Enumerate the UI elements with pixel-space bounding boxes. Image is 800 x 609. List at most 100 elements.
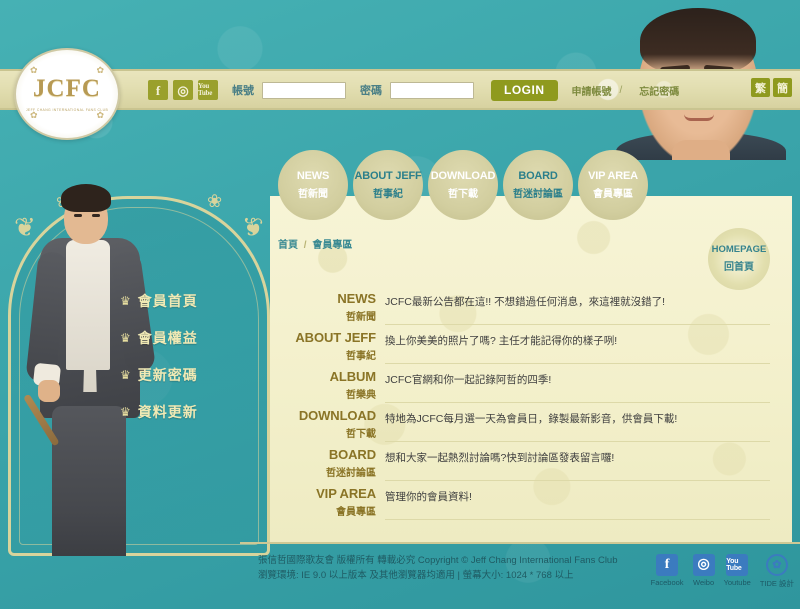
list-item[interactable]: BOARD 哲迷討論區 想和大家一起熱烈討論嗎?快到討論區發表留言囉! — [270, 448, 792, 487]
sidebar-item-update-profile-label: 資料更新 — [137, 404, 198, 420]
header-link-separator: / — [619, 84, 623, 96]
breadcrumb: 首頁 / 會員專區 — [278, 236, 352, 251]
footer-facebook-link[interactable]: f Facebook — [651, 554, 684, 587]
frame-scroll-ornament-right: ❦ — [242, 212, 264, 242]
row-title-news-cn: 哲新聞 — [346, 311, 376, 323]
footer-facebook-label: Facebook — [650, 578, 684, 587]
row-title-vip-area: VIP AREA 會員專區 — [270, 487, 385, 518]
youtube-icon: You Tube — [726, 554, 749, 576]
breadcrumb-home-link[interactable]: 首頁 — [278, 240, 298, 251]
weibo-icon: ◎ — [692, 554, 715, 576]
facebook-icon: f — [656, 554, 679, 576]
row-desc-news-text: JCFC最新公告都在這!! 不想錯過任何消息，來這裡就沒錯了! — [385, 296, 665, 308]
footer-youtube-link[interactable]: You Tube Youtube — [724, 554, 751, 587]
sidebar-item-member-home[interactable]: ♛ 會員首頁 — [120, 291, 198, 311]
footer-browser-note: 瀏覽環境: IE 9.0 以上版本 及其他瀏覽器均適用 | 螢幕大小: 1024… — [258, 569, 574, 581]
footer-youtube-label: Youtube — [723, 578, 751, 587]
sidebar-item-member-home-label: 會員首頁 — [137, 293, 198, 309]
footer-studio-credit-link[interactable]: ✿ TIDE 設計 — [760, 554, 794, 589]
logo-ornament-bottom-left: ✿ — [30, 110, 38, 120]
sidebar-item-update-profile[interactable]: ♛ 資料更新 — [120, 402, 198, 422]
row-title-download-cn: 哲下載 — [346, 428, 376, 440]
list-item[interactable]: ABOUT JEFF 哲事紀 換上你美美的照片了嗎? 主任才能記得你的樣子咧! — [270, 331, 792, 370]
portrait-mouth — [684, 114, 714, 121]
portrait-hands — [672, 140, 730, 160]
page-footer: 張信哲國際歌友會 版權所有 轉載必究 Copyright © Jeff Chan… — [0, 542, 800, 609]
logo-ornament-bottom-right: ✿ — [96, 110, 104, 120]
crown-icon: ♛ — [120, 405, 131, 419]
password-input[interactable] — [390, 81, 474, 99]
nav-item-download-en: DOWNLOAD — [430, 169, 496, 182]
youtube-icon[interactable]: You Tube — [198, 80, 218, 100]
row-desc-vip-area: 管理你的會員資料! — [385, 487, 770, 520]
row-title-about-jeff: ABOUT JEFF 哲事紀 — [270, 331, 385, 362]
nav-item-download[interactable]: DOWNLOAD 哲下載 — [428, 150, 498, 220]
row-title-album-cn: 哲樂典 — [346, 389, 376, 401]
nav-item-board[interactable]: BOARD 哲迷討論區 — [503, 150, 573, 220]
nav-item-board-en: BOARD — [518, 169, 558, 182]
crown-icon: ♛ — [120, 331, 131, 345]
row-title-album-en: ALBUM — [329, 369, 377, 384]
logo-ornament-top-right: ✿ — [96, 65, 104, 75]
main-navigation: NEWS 哲新聞 ABOUT JEFF 哲事紀 DOWNLOAD 哲下載 BOA… — [278, 150, 648, 220]
row-title-download: DOWNLOAD 哲下載 — [270, 409, 385, 440]
sidebar-photo-hair — [61, 184, 111, 212]
footer-studio-credit-label: TIDE 設計 — [759, 579, 794, 588]
row-desc-about-jeff: 換上你美美的照片了嗎? 主任才能記得你的樣子咧! — [385, 331, 770, 364]
row-desc-vip-area-text: 管理你的會員資料! — [385, 491, 472, 503]
password-label: 密碼 — [360, 85, 382, 97]
logo-ornament-top-left: ✿ — [30, 65, 38, 75]
nav-item-vip-area[interactable]: VIP AREA 會員專區 — [578, 150, 648, 220]
crown-icon: ♛ — [120, 294, 131, 308]
sidebar-item-update-password-label: 更新密碼 — [137, 367, 198, 383]
list-item[interactable]: DOWNLOAD 哲下載 特地為JCFC每月選一天為會員日，錄製最新影音，供會員… — [270, 409, 792, 448]
login-button[interactable]: LOGIN — [491, 79, 558, 101]
lang-traditional-button[interactable]: 繁 — [751, 78, 770, 97]
footer-text-block: 張信哲國際歌友會 版權所有 轉載必究 Copyright © Jeff Chan… — [258, 554, 618, 583]
sidebar-item-update-password[interactable]: ♛ 更新密碼 — [120, 365, 198, 385]
homepage-button[interactable]: HOMEPAGE 回首頁 — [708, 228, 770, 290]
row-desc-about-jeff-text: 換上你美美的照片了嗎? 主任才能記得你的樣子咧! — [385, 335, 618, 347]
account-input[interactable] — [262, 81, 346, 99]
facebook-icon[interactable]: f — [148, 80, 168, 100]
frame-floral-ornament-right: ❀ — [206, 191, 222, 211]
row-title-download-en: DOWNLOAD — [298, 408, 376, 423]
member-sidebar: ❦ ❦ ❀ ❀ ♛ 會員首頁 ♛ 會員權益 ♛ 更新密碼 ♛ 資料更新 — [8, 184, 270, 556]
weibo-icon[interactable]: ◎ — [173, 80, 193, 100]
row-title-about-jeff-cn: 哲事紀 — [346, 350, 376, 362]
sidebar-photo-eye-left — [74, 214, 82, 217]
nav-item-news[interactable]: NEWS 哲新聞 — [278, 150, 348, 220]
list-item[interactable]: VIP AREA 會員專區 管理你的會員資料! — [270, 487, 792, 526]
site-logo[interactable]: ✿ ✿ ✿ ✿ JCFC JEFF CHANG INTERNATIONAL FA… — [14, 48, 120, 140]
language-switcher: 繁 簡 — [751, 78, 792, 97]
main-content-panel: 首頁 / 會員專區 HOMEPAGE 回首頁 NEWS 哲新聞 JCFC最新公告… — [270, 196, 792, 542]
footer-weibo-link[interactable]: ◎ Weibo — [692, 554, 715, 587]
member-section-list: NEWS 哲新聞 JCFC最新公告都在這!! 不想錯過任何消息，來這裡就沒錯了!… — [270, 292, 792, 526]
forgot-password-link[interactable]: 忘記密碼 — [639, 83, 679, 98]
nav-item-about-jeff[interactable]: ABOUT JEFF 哲事紀 — [353, 150, 423, 220]
lang-simplified-button[interactable]: 簡 — [773, 78, 792, 97]
nav-item-about-jeff-cn: 哲事紀 — [373, 189, 403, 201]
register-link[interactable]: 申請帳號 — [572, 83, 612, 98]
breadcrumb-separator: / — [303, 240, 307, 251]
list-item[interactable]: NEWS 哲新聞 JCFC最新公告都在這!! 不想錯過任何消息，來這裡就沒錯了! — [270, 292, 792, 331]
nav-item-vip-area-cn: 會員專區 — [593, 189, 633, 201]
nav-item-vip-area-en: VIP AREA — [588, 169, 638, 182]
row-desc-download: 特地為JCFC每月選一天為會員日，錄製最新影音，供會員下載! — [385, 409, 770, 442]
sidebar-item-member-benefits-label: 會員權益 — [137, 330, 198, 346]
row-desc-album: JCFC官網和你一起記錄阿哲的四季! — [385, 370, 770, 403]
row-desc-album-text: JCFC官網和你一起記錄阿哲的四季! — [385, 374, 552, 386]
row-desc-board: 想和大家一起熱烈討論嗎?快到討論區發表留言囉! — [385, 448, 770, 481]
row-title-board: BOARD 哲迷討論區 — [270, 448, 385, 479]
list-item[interactable]: ALBUM 哲樂典 JCFC官網和你一起記錄阿哲的四季! — [270, 370, 792, 409]
sidebar-photo-hand — [38, 380, 60, 402]
nav-item-board-cn: 哲迷討論區 — [513, 189, 563, 201]
sidebar-photo-eye-right — [92, 214, 100, 217]
nav-item-about-jeff-en: ABOUT JEFF — [354, 169, 422, 182]
row-title-news-en: NEWS — [337, 291, 376, 306]
nav-item-download-cn: 哲下載 — [448, 189, 478, 201]
row-desc-download-text: 特地為JCFC每月選一天為會員日，錄製最新影音，供會員下載! — [385, 413, 678, 425]
portrait-hair — [640, 8, 756, 74]
header-controls: f ◎ You Tube 帳號 密碼 LOGIN 申請帳號 / 忘記密碼 — [148, 74, 679, 106]
sidebar-item-member-benefits[interactable]: ♛ 會員權益 — [120, 328, 198, 348]
